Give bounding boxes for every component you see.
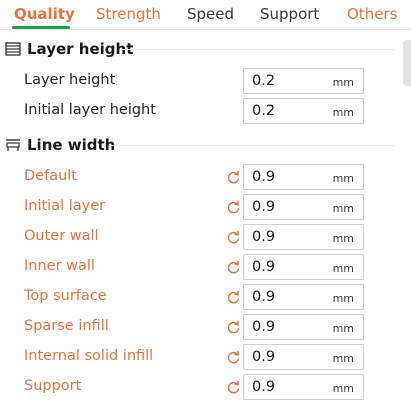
setting-label: Internal solid infill: [24, 348, 154, 364]
unit-label: mm: [332, 352, 354, 365]
setting-row-initial-layer-height: Initial layer height 0.2 mm: [0, 98, 411, 124]
setting-row-initial-layer: Initial layer 0.9 mm: [0, 194, 411, 220]
inner-wall-input[interactable]: 0.9 mm: [243, 254, 364, 280]
unit-label: mm: [332, 172, 354, 185]
tab-speed[interactable]: Speed: [187, 5, 234, 23]
input-value: 0.9: [252, 319, 276, 335]
setting-label: Layer height: [24, 72, 116, 88]
unit-label: mm: [332, 292, 354, 305]
setting-label: Support: [24, 378, 82, 394]
internal-solid-infill-input[interactable]: 0.9 mm: [243, 344, 364, 370]
unit-label: mm: [332, 232, 354, 245]
setting-row-sparse-infill: Sparse infill 0.9 mm: [0, 314, 411, 340]
reset-icon[interactable]: [226, 320, 241, 335]
input-value: 0.9: [252, 169, 276, 185]
input-value: 0.9: [252, 229, 276, 245]
input-value: 0.9: [252, 289, 276, 305]
setting-label: Initial layer: [24, 198, 106, 214]
setting-row-layer-height: Layer height 0.2 mm: [0, 68, 411, 94]
setting-label: Inner wall: [24, 258, 95, 274]
tab-others[interactable]: Others: [347, 5, 397, 23]
section-header-layer-height: Layer height: [5, 40, 133, 58]
section-divider: [122, 49, 395, 50]
unit-label: mm: [332, 202, 354, 215]
input-value: 0.9: [252, 199, 276, 215]
input-value: 0.2: [252, 73, 276, 89]
section-title: Layer height: [27, 40, 134, 58]
setting-label: Sparse infill: [24, 318, 109, 334]
input-value: 0.9: [252, 349, 276, 365]
sparse-infill-input[interactable]: 0.9 mm: [243, 314, 364, 340]
section-title: Line width: [27, 136, 116, 154]
tab-support[interactable]: Support: [260, 5, 319, 23]
outer-wall-input[interactable]: 0.9 mm: [243, 224, 364, 250]
input-value: 0.2: [252, 103, 276, 119]
setting-row-top-surface: Top surface 0.9 mm: [0, 284, 411, 310]
settings-tab-bar: Quality Strength Speed Support Others: [0, 0, 411, 30]
setting-row-internal-solid-infill: Internal solid infill 0.9 mm: [0, 344, 411, 370]
setting-label: Default: [24, 168, 77, 184]
tab-strength[interactable]: Strength: [96, 5, 161, 23]
setting-label: Outer wall: [24, 228, 99, 244]
line-width-icon: [6, 139, 20, 151]
initial-layer-input[interactable]: 0.9 mm: [243, 194, 364, 220]
active-tab-indicator: [12, 26, 70, 29]
unit-label: mm: [332, 322, 354, 335]
setting-label: Initial layer height: [24, 102, 156, 118]
layer-stack-icon: [5, 42, 21, 56]
unit-label: mm: [332, 262, 354, 275]
input-value: 0.9: [252, 259, 276, 275]
top-surface-input[interactable]: 0.9 mm: [243, 284, 364, 310]
reset-icon[interactable]: [226, 230, 241, 245]
reset-icon[interactable]: [226, 380, 241, 395]
tab-quality[interactable]: Quality: [14, 5, 75, 23]
reset-icon[interactable]: [226, 200, 241, 215]
reset-icon[interactable]: [226, 170, 241, 185]
layer-height-input[interactable]: 0.2 mm: [243, 68, 364, 94]
setting-row-support: Support 0.9 mm: [0, 374, 411, 400]
reset-icon[interactable]: [226, 290, 241, 305]
unit-label: mm: [332, 106, 354, 119]
setting-row-outer-wall: Outer wall 0.9 mm: [0, 224, 411, 250]
default-input[interactable]: 0.9 mm: [243, 164, 364, 190]
unit-label: mm: [332, 382, 354, 395]
support-input[interactable]: 0.9 mm: [243, 374, 364, 400]
section-divider: [110, 145, 395, 146]
unit-label: mm: [332, 76, 354, 89]
reset-icon[interactable]: [226, 260, 241, 275]
reset-icon[interactable]: [226, 350, 241, 365]
section-header-line-width: Line width: [5, 136, 115, 154]
input-value: 0.9: [252, 379, 276, 395]
setting-label: Top surface: [24, 288, 107, 304]
setting-row-inner-wall: Inner wall 0.9 mm: [0, 254, 411, 280]
initial-layer-height-input[interactable]: 0.2 mm: [243, 98, 364, 124]
setting-row-default: Default 0.9 mm: [0, 164, 411, 190]
